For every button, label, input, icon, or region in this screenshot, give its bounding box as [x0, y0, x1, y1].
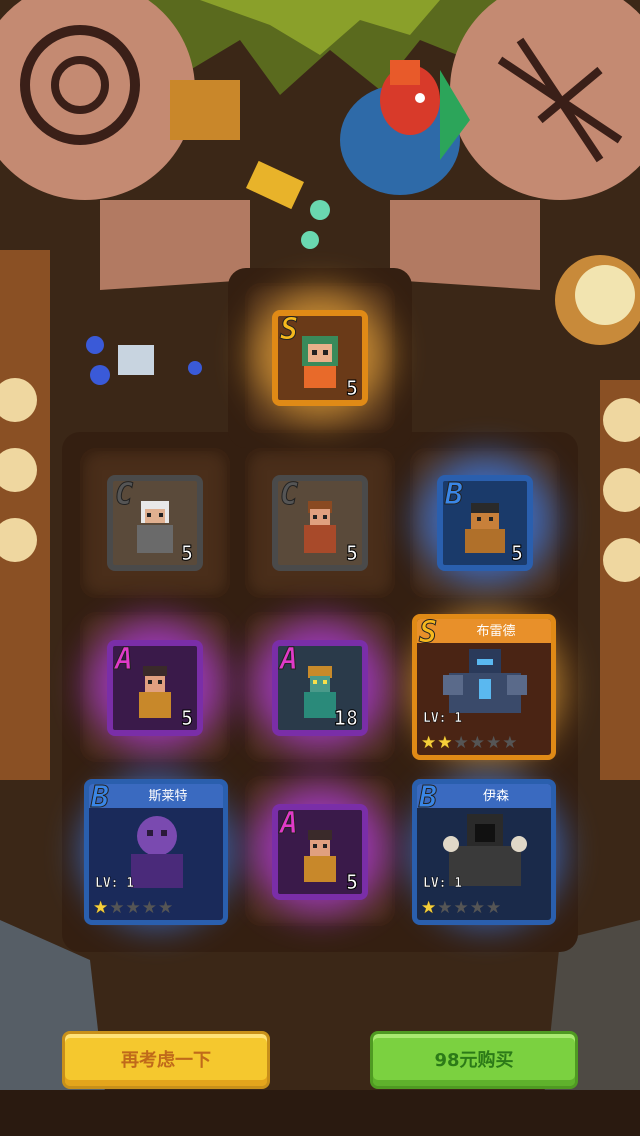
hero-card-ethan[interactable]: B 伊森 LV: 1 ★★★★★ — [412, 779, 556, 925]
rank-letter: S — [279, 312, 299, 348]
card-count: 18 — [333, 706, 358, 731]
star-filled-icon: ★ — [421, 898, 437, 918]
star-empty-icon: ★ — [158, 898, 174, 918]
hero-portrait — [302, 336, 338, 388]
card-count: 5 — [510, 541, 523, 566]
hero-card-slate[interactable]: B 斯莱特 LV: 1 ★★★★★ — [84, 779, 228, 925]
card-count: 5 — [345, 376, 358, 401]
star-empty-icon: ★ — [502, 733, 518, 753]
hero-level: LV: 1 — [423, 876, 463, 892]
rank-letter: A — [279, 642, 299, 678]
hero-name: 伊森 — [482, 789, 509, 804]
card-count: 5 — [180, 541, 193, 566]
hero-portrait — [304, 830, 336, 882]
star-rating: ★★★★★ — [421, 898, 502, 918]
rank-letter: S — [418, 615, 438, 651]
rank-letter: A — [114, 642, 134, 678]
star-rating: ★★★★★★ — [421, 733, 519, 753]
star-empty-icon: ★ — [109, 898, 125, 918]
hero-card[interactable]: B 5 — [437, 475, 533, 571]
hero-card-brad[interactable]: S 布雷德 LV: 1 ★★★★★★ — [412, 614, 556, 760]
rank-letter: B — [418, 780, 438, 816]
hero-card[interactable]: C 5 — [107, 475, 203, 571]
rank-letter: C — [279, 477, 299, 513]
card-count: 5 — [180, 706, 193, 731]
buy-button[interactable]: 98元购买 — [370, 1031, 578, 1089]
card-count: 5 — [345, 541, 358, 566]
star-empty-icon: ★ — [437, 898, 453, 918]
hero-portrait — [304, 501, 336, 553]
star-rating: ★★★★★ — [93, 898, 174, 918]
star-empty-icon: ★ — [469, 898, 485, 918]
hero-level: LV: 1 — [423, 711, 463, 727]
hero-name: 斯莱特 — [148, 789, 188, 804]
star-filled-icon: ★ — [93, 898, 109, 918]
star-empty-icon: ★ — [453, 733, 469, 753]
hero-card-top[interactable]: S 5 — [272, 310, 368, 406]
star-filled-icon: ★ — [421, 733, 437, 753]
rank-letter: B — [90, 780, 110, 816]
star-empty-icon: ★ — [453, 898, 469, 918]
hero-name: 布雷德 — [476, 624, 516, 639]
hero-card[interactable]: C 5 — [272, 475, 368, 571]
star-empty-icon: ★ — [486, 733, 502, 753]
star-filled-icon: ★ — [437, 733, 453, 753]
star-empty-icon: ★ — [125, 898, 141, 918]
hero-card[interactable]: A 18 — [272, 640, 368, 736]
hero-portrait — [139, 666, 171, 718]
hero-portrait — [137, 501, 173, 553]
rank-letter: A — [279, 806, 299, 842]
star-empty-icon: ★ — [141, 898, 157, 918]
star-empty-icon: ★ — [469, 733, 485, 753]
rank-letter: C — [114, 477, 134, 513]
rank-letter: B — [444, 477, 464, 513]
hero-level: LV: 1 — [95, 876, 135, 892]
hero-card[interactable]: A 5 — [272, 804, 368, 900]
hero-card[interactable]: A 5 — [107, 640, 203, 736]
star-empty-icon: ★ — [486, 898, 502, 918]
hero-portrait — [465, 503, 505, 553]
reconsider-button[interactable]: 再考虑一下 — [62, 1031, 270, 1089]
card-count: 5 — [345, 870, 358, 895]
